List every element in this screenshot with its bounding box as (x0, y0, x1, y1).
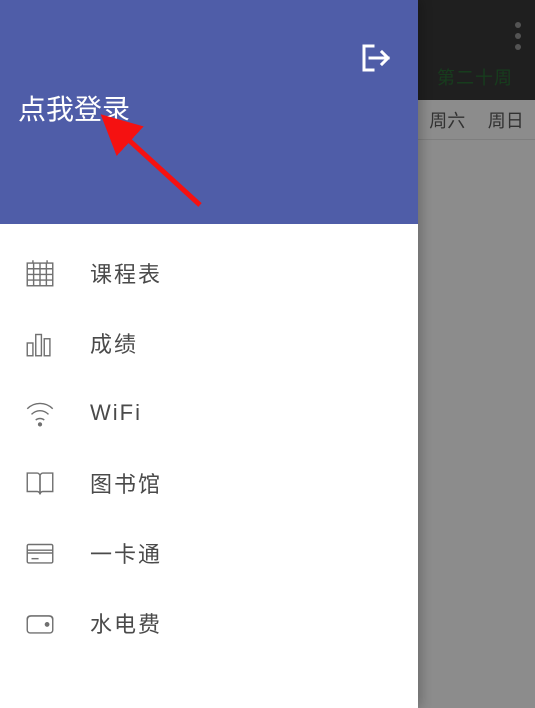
menu-item-timetable[interactable]: 课程表 (0, 238, 418, 308)
menu-label: 课程表 (90, 257, 162, 289)
menu-item-card[interactable]: 一卡通 (0, 518, 418, 588)
menu-label: WiFi (90, 400, 142, 426)
drawer-menu: 课程表 成绩 WiFi (0, 224, 418, 658)
menu-item-library[interactable]: 图书馆 (0, 448, 418, 518)
login-prompt[interactable]: 点我登录 (18, 88, 130, 128)
menu-item-utilities[interactable]: 水电费 (0, 588, 418, 658)
menu-label: 成绩 (90, 327, 138, 359)
wifi-icon (20, 393, 60, 433)
menu-item-wifi[interactable]: WiFi (0, 378, 418, 448)
grades-icon (20, 323, 60, 363)
menu-label: 图书馆 (90, 467, 162, 499)
utilities-icon (20, 603, 60, 643)
logout-icon (358, 40, 394, 76)
drawer-header: 点我登录 (0, 0, 418, 224)
menu-label: 一卡通 (90, 537, 162, 569)
menu-item-grades[interactable]: 成绩 (0, 308, 418, 378)
navigation-drawer: 点我登录 课程表 (0, 0, 418, 708)
card-icon (20, 533, 60, 573)
library-icon (20, 463, 60, 503)
logout-button[interactable] (358, 40, 394, 81)
menu-label: 水电费 (90, 607, 162, 639)
timetable-icon (20, 253, 60, 293)
